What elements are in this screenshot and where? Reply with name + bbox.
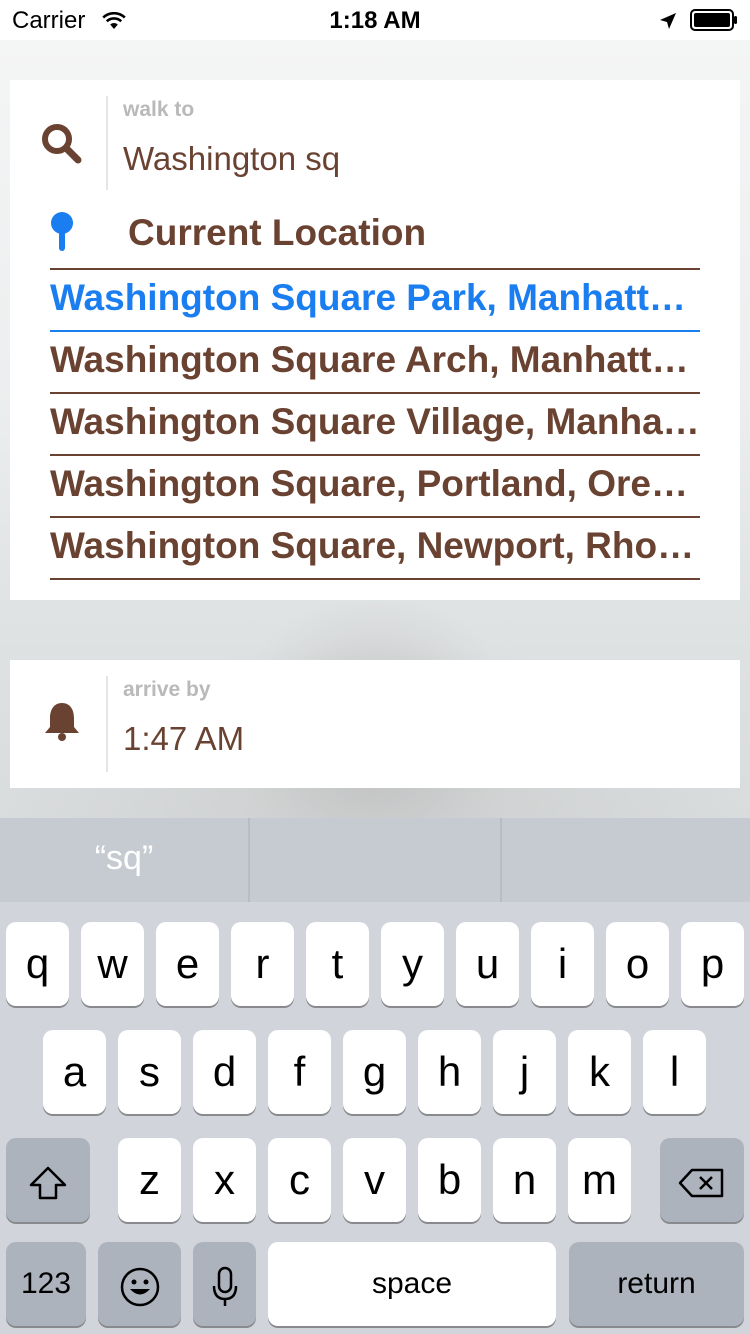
key-q[interactable]: q xyxy=(6,922,69,1006)
key-s[interactable]: s xyxy=(118,1030,181,1114)
key-u[interactable]: u xyxy=(456,922,519,1006)
keyboard: “sq” q w e r t y u i o p a s d f g h j k… xyxy=(0,818,750,1334)
key-v[interactable]: v xyxy=(343,1138,406,1222)
key-n[interactable]: n xyxy=(493,1138,556,1222)
key-i[interactable]: i xyxy=(531,922,594,1006)
mic-key[interactable] xyxy=(193,1242,256,1326)
delete-key[interactable] xyxy=(660,1138,744,1222)
mic-icon xyxy=(212,1260,238,1307)
arrival-card: arrive by 1:47 AM xyxy=(10,660,740,788)
numbers-key[interactable]: 123 xyxy=(6,1242,86,1326)
key-x[interactable]: x xyxy=(193,1138,256,1222)
key-b[interactable]: b xyxy=(418,1138,481,1222)
result-item[interactable]: Washington Square Arch, Manhattan, NY xyxy=(50,332,700,392)
battery-icon xyxy=(690,9,738,31)
result-item[interactable]: Washington Square, Portland, Oregon xyxy=(50,454,700,516)
current-location-option[interactable]: Current Location xyxy=(128,212,426,254)
destination-input[interactable]: Washington sq xyxy=(123,140,340,178)
key-d[interactable]: d xyxy=(193,1030,256,1114)
key-k[interactable]: k xyxy=(568,1030,631,1114)
divider xyxy=(50,578,700,580)
shift-icon xyxy=(28,1156,68,1203)
key-t[interactable]: t xyxy=(306,922,369,1006)
bell-icon[interactable] xyxy=(42,700,82,747)
delete-icon xyxy=(678,1156,726,1203)
key-a[interactable]: a xyxy=(43,1030,106,1114)
emoji-icon xyxy=(119,1260,161,1307)
arrive-by-label: arrive by xyxy=(123,678,211,701)
key-m[interactable]: m xyxy=(568,1138,631,1222)
result-item[interactable]: Washington Square, Newport, Rhode Island xyxy=(50,516,700,578)
emoji-key[interactable] xyxy=(98,1242,181,1326)
result-item-selected[interactable]: Washington Square Park, Manhattan, NY xyxy=(50,268,700,332)
status-time: 1:18 AM xyxy=(329,7,421,34)
key-f[interactable]: f xyxy=(268,1030,331,1114)
suggestion-bar: “sq” xyxy=(0,818,750,902)
key-j[interactable]: j xyxy=(493,1030,556,1114)
status-bar: Carrier 1:18 AM xyxy=(0,0,750,40)
result-item[interactable]: Washington Square Village, Manhattan, NY xyxy=(50,392,700,454)
key-w[interactable]: w xyxy=(81,922,144,1006)
key-e[interactable]: e xyxy=(156,922,219,1006)
return-key[interactable]: return xyxy=(569,1242,744,1326)
suggestion-2[interactable] xyxy=(250,818,500,902)
walk-to-label: walk to xyxy=(123,98,195,121)
arrival-time-field[interactable]: 1:47 AM xyxy=(123,720,244,758)
key-o[interactable]: o xyxy=(606,922,669,1006)
location-arrow-icon xyxy=(658,10,678,38)
key-g[interactable]: g xyxy=(343,1030,406,1114)
key-c[interactable]: c xyxy=(268,1138,331,1222)
space-key[interactable]: space xyxy=(268,1242,556,1326)
results-list: Washington Square Park, Manhattan, NY Wa… xyxy=(50,268,700,580)
destination-card: walk to Washington sq Current Location W… xyxy=(10,80,740,600)
search-icon[interactable] xyxy=(40,122,82,169)
key-l[interactable]: l xyxy=(643,1030,706,1114)
key-p[interactable]: p xyxy=(681,922,744,1006)
key-h[interactable]: h xyxy=(418,1030,481,1114)
key-y[interactable]: y xyxy=(381,922,444,1006)
pin-icon xyxy=(50,211,74,258)
suggestion-3[interactable] xyxy=(502,818,750,902)
suggestion-1[interactable]: “sq” xyxy=(0,818,248,902)
shift-key[interactable] xyxy=(6,1138,90,1222)
key-z[interactable]: z xyxy=(118,1138,181,1222)
key-r[interactable]: r xyxy=(231,922,294,1006)
